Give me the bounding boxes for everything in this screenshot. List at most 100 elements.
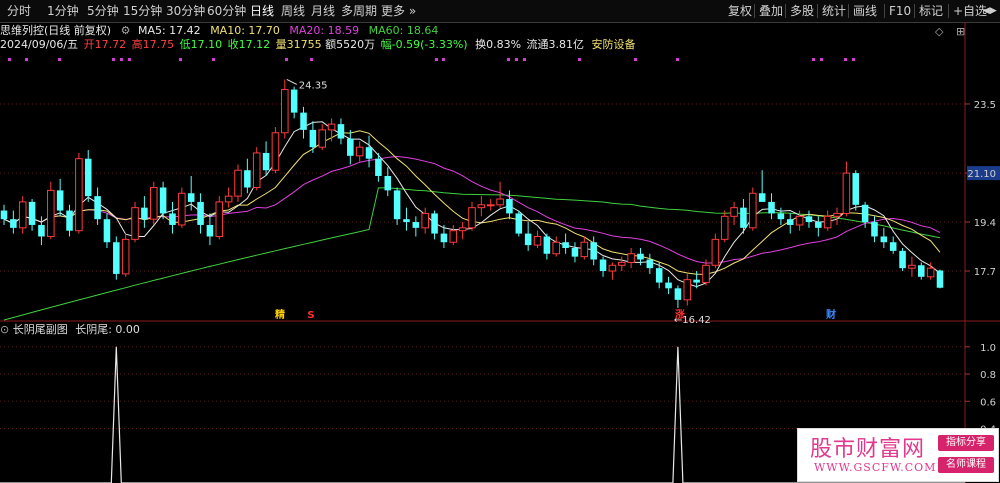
candle-body-down <box>0 210 8 220</box>
candle-body-up <box>18 201 27 229</box>
signal-dot <box>120 58 123 61</box>
candle-body-down <box>768 201 775 214</box>
price-axis-label: 21.10 <box>967 169 996 180</box>
candle-body-up <box>496 198 504 206</box>
indicator-axis-label: 1.0 <box>980 343 996 354</box>
indicator-header: ⊙ 长阴尾副图 长阴尾: 0.00 <box>0 323 140 337</box>
candle-body-up <box>121 238 130 275</box>
signal-dot <box>676 58 679 61</box>
candle-body-up <box>833 212 841 217</box>
candle-body-down <box>543 236 551 254</box>
candle-body-down <box>337 124 345 139</box>
candle-body-up <box>449 230 458 243</box>
signal-dot <box>442 58 445 61</box>
candle-body-down <box>936 270 944 288</box>
candle-body-down <box>880 236 888 243</box>
candle-body-down <box>113 242 120 274</box>
signal-dot <box>820 58 823 61</box>
candle-body-down <box>244 170 251 188</box>
candle-body-down <box>187 193 195 202</box>
signal-dot <box>25 58 28 61</box>
signal-dot <box>8 58 11 61</box>
signal-dot <box>507 58 510 61</box>
candle-body-up <box>355 146 364 157</box>
candle-body-up <box>580 241 589 258</box>
signal-dot <box>285 58 288 61</box>
candle-body-down <box>206 224 214 237</box>
event-marker: 财 <box>825 308 836 321</box>
candle-body-down <box>403 219 410 223</box>
indicator-menu-icon[interactable]: ⊙ <box>0 323 9 336</box>
candle-body-up <box>224 195 233 203</box>
signal-dot <box>112 58 115 61</box>
candle-body-up <box>318 129 327 148</box>
candle-body-up <box>683 279 692 301</box>
signal-dot <box>310 58 313 61</box>
candle-body-down <box>84 158 92 197</box>
candle-body-up <box>421 212 429 229</box>
watermark-title: 股市财富网 <box>810 437 926 462</box>
signal-dot <box>578 58 581 61</box>
candle-body-down <box>524 233 532 246</box>
candle-body-down <box>861 204 869 223</box>
candle-body-down <box>66 210 73 231</box>
candlestick-chart[interactable]: 23.521.1019.417.724.35←16.42精 S 涨财1.00.80.… <box>0 0 1000 483</box>
candle-body-down <box>515 213 523 234</box>
candle-body-down <box>347 138 354 156</box>
candle-body-up <box>720 215 729 240</box>
candle-body-up <box>468 207 476 229</box>
price-axis-label: 23.5 <box>974 100 996 111</box>
candle-body-down <box>309 129 317 148</box>
signal-dot <box>179 58 182 61</box>
candle-body-down <box>159 187 167 214</box>
candle-body-up <box>749 192 757 229</box>
candle-body-down <box>637 253 644 260</box>
candle-body-up <box>842 172 851 214</box>
candle-body-up <box>617 261 626 266</box>
candle-body-down <box>786 219 794 225</box>
candle-body-down <box>889 242 897 251</box>
candle-body-down <box>599 259 607 272</box>
candle-body-down <box>300 112 307 130</box>
signal-dot <box>634 58 637 61</box>
candle-body-down <box>655 268 663 283</box>
candle-body-up <box>327 123 336 131</box>
candle-body-down <box>141 207 148 220</box>
candle-body-up <box>711 238 720 266</box>
candle-body-down <box>562 242 569 248</box>
candle-body-down <box>10 219 17 228</box>
candle-body-down <box>365 147 373 159</box>
candle-body-down <box>665 282 672 289</box>
candle-body-up <box>477 204 486 209</box>
candle-body-down <box>412 222 420 228</box>
candle-body-up <box>252 152 261 188</box>
candle-body-up <box>131 207 139 240</box>
indicator-value: 长阴尾: 0.00 <box>75 323 140 336</box>
candle-body-down <box>431 213 438 234</box>
candle-body-down <box>103 219 111 243</box>
candle-body-down <box>169 213 176 225</box>
candle-body-down <box>777 213 785 220</box>
candle-body-down <box>758 193 766 202</box>
candle-body-down <box>918 265 925 277</box>
candle-body-up <box>730 207 738 217</box>
event-marker: 精 <box>275 308 285 321</box>
candle-body-up <box>149 187 158 220</box>
signal-dot <box>852 58 855 61</box>
indicator-title: 长阴尾副图 <box>12 323 68 336</box>
watermark-logo: 股市财富网 WWW.GSCFW.COM 指标分享 名师课程 <box>797 428 999 482</box>
signal-dot <box>515 58 518 61</box>
event-marker: S <box>307 310 314 321</box>
candle-body-down <box>646 259 654 269</box>
candle-body-up <box>795 215 804 226</box>
candle-body-down <box>38 224 45 237</box>
candle-body-down <box>805 216 813 223</box>
watermark-tag-course: 名师课程 <box>938 457 994 473</box>
candle-body-down <box>197 201 204 225</box>
candle-body-down <box>94 196 101 220</box>
candle-body-up <box>458 227 467 232</box>
candle-body-up <box>627 253 635 263</box>
candle-body-down <box>375 158 382 176</box>
indicator-axis-label: 0.8 <box>980 370 996 381</box>
candle-body-up <box>178 192 186 226</box>
